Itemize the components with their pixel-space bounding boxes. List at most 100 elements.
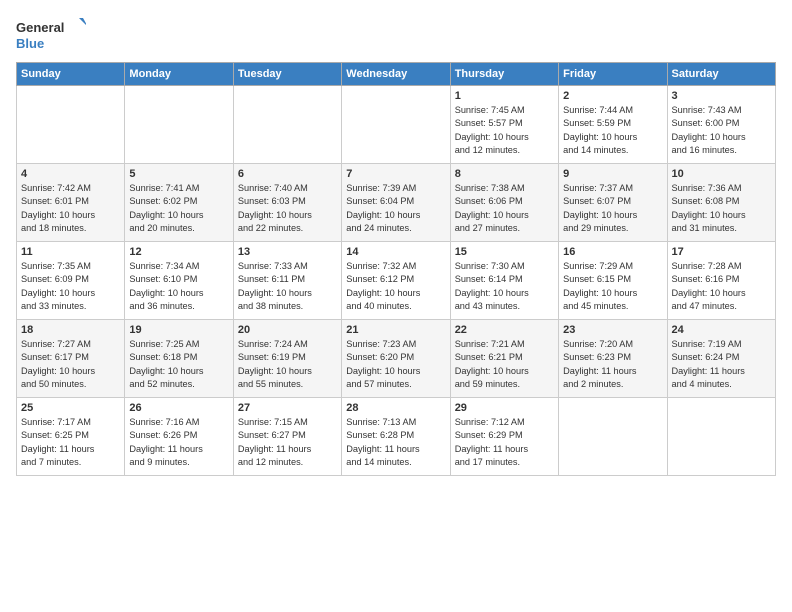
calendar-cell: 8 Sunrise: 7:38 AM Sunset: 6:06 PM Daylig… [450, 164, 558, 242]
header-sunday: Sunday [17, 63, 125, 86]
day-info: Sunrise: 7:35 AM Sunset: 6:09 PM Dayligh… [21, 260, 120, 313]
calendar-cell [125, 86, 233, 164]
header-wednesday: Wednesday [342, 63, 450, 86]
week-row-3: 11 Sunrise: 7:35 AM Sunset: 6:09 PM Dayli… [17, 242, 776, 320]
calendar-cell: 14Sunrise: 7:32 AM Sunset: 6:12 PM Dayli… [342, 242, 450, 320]
logo: General Blue [16, 16, 86, 54]
calendar-cell: 1Sunrise: 7:45 AM Sunset: 5:57 PM Daylig… [450, 86, 558, 164]
calendar-cell: 23 Sunrise: 7:20 AM Sunset: 6:23 PM Dayli… [559, 320, 667, 398]
calendar-cell [233, 86, 341, 164]
calendar-cell: 3 Sunrise: 7:43 AM Sunset: 6:00 PM Daylig… [667, 86, 775, 164]
header-friday: Friday [559, 63, 667, 86]
calendar-cell [559, 398, 667, 476]
day-info: Sunrise: 7:16 AM Sunset: 6:26 PM Dayligh… [129, 416, 228, 469]
week-row-2: 4Sunrise: 7:42 AM Sunset: 6:01 PM Daylig… [17, 164, 776, 242]
calendar-cell: 6 Sunrise: 7:40 AM Sunset: 6:03 PM Daylig… [233, 164, 341, 242]
calendar-cell: 29 Sunrise: 7:12 AM Sunset: 6:29 PM Dayli… [450, 398, 558, 476]
day-number: 9 [563, 168, 662, 180]
calendar-cell: 17 Sunrise: 7:28 AM Sunset: 6:16 PM Dayli… [667, 242, 775, 320]
day-info: Sunrise: 7:21 AM Sunset: 6:21 PM Dayligh… [455, 338, 554, 391]
day-info: Sunrise: 7:40 AM Sunset: 6:03 PM Dayligh… [238, 182, 337, 235]
day-number: 5 [129, 168, 228, 180]
week-row-1: 1Sunrise: 7:45 AM Sunset: 5:57 PM Daylig… [17, 86, 776, 164]
day-number: 23 [563, 324, 662, 336]
day-info: Sunrise: 7:41 AM Sunset: 6:02 PM Dayligh… [129, 182, 228, 235]
day-info: Sunrise: 7:15 AM Sunset: 6:27 PM Dayligh… [238, 416, 337, 469]
week-row-4: 18 Sunrise: 7:27 AM Sunset: 6:17 PM Dayli… [17, 320, 776, 398]
day-number: 12 [129, 246, 228, 258]
svg-text:Blue: Blue [16, 36, 44, 51]
calendar-cell: 11 Sunrise: 7:35 AM Sunset: 6:09 PM Dayli… [17, 242, 125, 320]
day-info: Sunrise: 7:17 AM Sunset: 6:25 PM Dayligh… [21, 416, 120, 469]
day-info: Sunrise: 7:45 AM Sunset: 5:57 PM Dayligh… [455, 104, 554, 157]
calendar-cell: 15 Sunrise: 7:30 AM Sunset: 6:14 PM Dayli… [450, 242, 558, 320]
calendar-table: SundayMondayTuesdayWednesdayThursdayFrid… [16, 62, 776, 476]
day-info: Sunrise: 7:30 AM Sunset: 6:14 PM Dayligh… [455, 260, 554, 313]
page-header: General Blue [16, 16, 776, 54]
calendar-cell [17, 86, 125, 164]
calendar-cell: 20Sunrise: 7:24 AM Sunset: 6:19 PM Dayli… [233, 320, 341, 398]
day-number: 24 [672, 324, 771, 336]
day-number: 11 [21, 246, 120, 258]
day-info: Sunrise: 7:33 AM Sunset: 6:11 PM Dayligh… [238, 260, 337, 313]
calendar-cell [342, 86, 450, 164]
calendar-cell: 25 Sunrise: 7:17 AM Sunset: 6:25 PM Dayli… [17, 398, 125, 476]
day-number: 4 [21, 168, 120, 180]
day-number: 19 [129, 324, 228, 336]
day-number: 25 [21, 402, 120, 414]
calendar-cell: 27Sunrise: 7:15 AM Sunset: 6:27 PM Dayli… [233, 398, 341, 476]
calendar-cell: 19Sunrise: 7:25 AM Sunset: 6:18 PM Dayli… [125, 320, 233, 398]
calendar-cell: 22 Sunrise: 7:21 AM Sunset: 6:21 PM Dayli… [450, 320, 558, 398]
day-number: 22 [455, 324, 554, 336]
header-monday: Monday [125, 63, 233, 86]
day-number: 29 [455, 402, 554, 414]
day-info: Sunrise: 7:12 AM Sunset: 6:29 PM Dayligh… [455, 416, 554, 469]
svg-text:General: General [16, 20, 64, 35]
calendar-cell: 24 Sunrise: 7:19 AM Sunset: 6:24 PM Dayli… [667, 320, 775, 398]
day-info: Sunrise: 7:23 AM Sunset: 6:20 PM Dayligh… [346, 338, 445, 391]
calendar-cell: 10Sunrise: 7:36 AM Sunset: 6:08 PM Dayli… [667, 164, 775, 242]
calendar-cell: 21 Sunrise: 7:23 AM Sunset: 6:20 PM Dayli… [342, 320, 450, 398]
day-info: Sunrise: 7:29 AM Sunset: 6:15 PM Dayligh… [563, 260, 662, 313]
day-number: 21 [346, 324, 445, 336]
calendar-cell: 4Sunrise: 7:42 AM Sunset: 6:01 PM Daylig… [17, 164, 125, 242]
header-thursday: Thursday [450, 63, 558, 86]
day-info: Sunrise: 7:27 AM Sunset: 6:17 PM Dayligh… [21, 338, 120, 391]
day-number: 7 [346, 168, 445, 180]
calendar-cell: 26 Sunrise: 7:16 AM Sunset: 6:26 PM Dayli… [125, 398, 233, 476]
day-number: 28 [346, 402, 445, 414]
calendar-cell: 9Sunrise: 7:37 AM Sunset: 6:07 PM Daylig… [559, 164, 667, 242]
day-number: 17 [672, 246, 771, 258]
day-info: Sunrise: 7:20 AM Sunset: 6:23 PM Dayligh… [563, 338, 662, 391]
day-number: 2 [563, 90, 662, 102]
calendar-cell: 2 Sunrise: 7:44 AM Sunset: 5:59 PM Daylig… [559, 86, 667, 164]
day-number: 13 [238, 246, 337, 258]
day-info: Sunrise: 7:39 AM Sunset: 6:04 PM Dayligh… [346, 182, 445, 235]
week-row-5: 25 Sunrise: 7:17 AM Sunset: 6:25 PM Dayli… [17, 398, 776, 476]
day-info: Sunrise: 7:28 AM Sunset: 6:16 PM Dayligh… [672, 260, 771, 313]
day-number: 3 [672, 90, 771, 102]
day-number: 6 [238, 168, 337, 180]
day-info: Sunrise: 7:34 AM Sunset: 6:10 PM Dayligh… [129, 260, 228, 313]
calendar-cell: 13 Sunrise: 7:33 AM Sunset: 6:11 PM Dayli… [233, 242, 341, 320]
calendar-cell: 28 Sunrise: 7:13 AM Sunset: 6:28 PM Dayli… [342, 398, 450, 476]
calendar-header-row: SundayMondayTuesdayWednesdayThursdayFrid… [17, 63, 776, 86]
day-number: 14 [346, 246, 445, 258]
day-number: 15 [455, 246, 554, 258]
calendar-cell: 5 Sunrise: 7:41 AM Sunset: 6:02 PM Daylig… [125, 164, 233, 242]
day-info: Sunrise: 7:24 AM Sunset: 6:19 PM Dayligh… [238, 338, 337, 391]
day-info: Sunrise: 7:44 AM Sunset: 5:59 PM Dayligh… [563, 104, 662, 157]
logo-svg: General Blue [16, 16, 86, 54]
day-info: Sunrise: 7:13 AM Sunset: 6:28 PM Dayligh… [346, 416, 445, 469]
day-number: 16 [563, 246, 662, 258]
day-info: Sunrise: 7:38 AM Sunset: 6:06 PM Dayligh… [455, 182, 554, 235]
day-info: Sunrise: 7:36 AM Sunset: 6:08 PM Dayligh… [672, 182, 771, 235]
day-info: Sunrise: 7:19 AM Sunset: 6:24 PM Dayligh… [672, 338, 771, 391]
calendar-cell: 12 Sunrise: 7:34 AM Sunset: 6:10 PM Dayli… [125, 242, 233, 320]
header-saturday: Saturday [667, 63, 775, 86]
day-number: 26 [129, 402, 228, 414]
day-number: 18 [21, 324, 120, 336]
day-number: 8 [455, 168, 554, 180]
calendar-cell [667, 398, 775, 476]
day-info: Sunrise: 7:43 AM Sunset: 6:00 PM Dayligh… [672, 104, 771, 157]
